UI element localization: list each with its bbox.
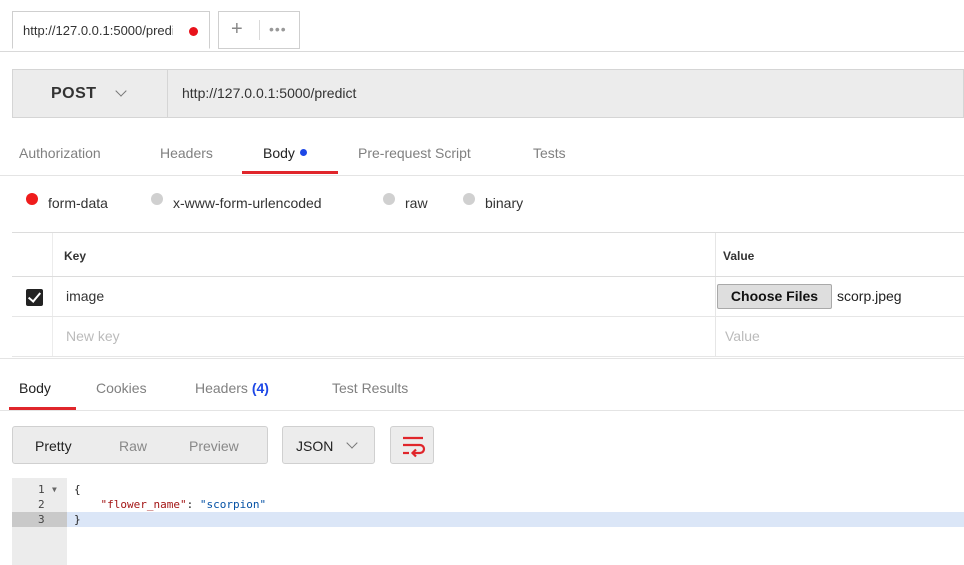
- form-data-table: Key Value image Choose Files scorp.jpeg …: [12, 232, 964, 357]
- method-select[interactable]: POST: [13, 70, 168, 117]
- radio-form-data-label: form-data: [48, 195, 108, 211]
- tab-pre-request-script[interactable]: Pre-request Script: [358, 145, 471, 161]
- request-tabs: Authorization Headers Body Pre-request S…: [0, 130, 964, 176]
- chevron-down-icon: [346, 437, 358, 449]
- pretty-button[interactable]: Pretty: [35, 438, 72, 454]
- code-text: {: [74, 482, 81, 497]
- code-text: "flower_name": "scorpion": [74, 497, 267, 512]
- checkbox-checked-icon[interactable]: [26, 289, 43, 306]
- open-brace: {: [74, 483, 81, 496]
- unsaved-dot-icon: [189, 27, 198, 36]
- selected-file-name: scorp.jpeg: [837, 288, 902, 304]
- json-colon: :: [186, 498, 200, 511]
- request-tab-label: http://127.0.0.1:5000/predict: [23, 23, 173, 38]
- close-brace: }: [74, 513, 81, 526]
- response-tab-body[interactable]: Body: [19, 380, 51, 396]
- radio-binary-label: binary: [485, 195, 524, 211]
- line-number: 2: [38, 498, 45, 511]
- tab-body-label: Body: [263, 145, 295, 161]
- response-tab-headers-label: Headers: [195, 380, 248, 396]
- body-type-radios: form-data x-www-form-urlencoded raw bina…: [0, 176, 964, 232]
- view-mode-group: Pretty Raw Preview: [12, 426, 268, 464]
- json-value: "scorpion": [199, 498, 267, 511]
- more-options-button[interactable]: •••: [269, 21, 287, 37]
- tab-strip: http://127.0.0.1:5000/predict + •••: [0, 0, 964, 52]
- table-header: Key Value: [12, 233, 964, 277]
- code-line: 3 }: [12, 512, 964, 527]
- new-value-input[interactable]: Value: [725, 328, 760, 344]
- radio-raw[interactable]: [383, 193, 395, 205]
- tab-tests[interactable]: Tests: [533, 145, 566, 161]
- preview-button[interactable]: Preview: [189, 438, 239, 454]
- line-number: 1: [38, 483, 45, 496]
- response-tab-cookies[interactable]: Cookies: [96, 380, 147, 396]
- response-tab-test-results[interactable]: Test Results: [332, 380, 408, 396]
- tab-actions-divider: [259, 20, 260, 40]
- radio-urlencoded[interactable]: [151, 193, 163, 205]
- table-row: image Choose Files scorp.jpeg: [12, 277, 964, 317]
- chevron-down-icon: [115, 85, 127, 97]
- radio-binary[interactable]: [463, 193, 475, 205]
- radio-form-data[interactable]: [26, 193, 38, 205]
- new-key-input[interactable]: New key: [66, 328, 120, 344]
- code-text: }: [74, 512, 81, 527]
- radio-raw-label: raw: [405, 195, 428, 211]
- raw-button[interactable]: Raw: [119, 438, 147, 454]
- body-indicator-dot-icon: [299, 149, 307, 156]
- url-input[interactable]: http://127.0.0.1:5000/predict: [182, 85, 356, 101]
- value-header: Value: [723, 249, 755, 263]
- row-key[interactable]: image: [66, 288, 104, 304]
- key-header: Key: [64, 249, 87, 263]
- response-editor[interactable]: 1 ▼ { 2 "flower_name": "scorpion" 3 }: [12, 478, 964, 565]
- radio-urlencoded-label: x-www-form-urlencoded: [173, 195, 322, 211]
- json-key: "flower_name": [100, 498, 187, 511]
- headers-count-badge: (4): [251, 380, 269, 396]
- response-tabs: Body Cookies Headers (4) Test Results: [0, 358, 964, 411]
- tab-body[interactable]: Body: [263, 145, 307, 161]
- tab-headers[interactable]: Headers: [160, 145, 213, 161]
- choose-files-button[interactable]: Choose Files: [717, 284, 832, 309]
- new-row: New key Value: [12, 317, 964, 357]
- new-tab-button[interactable]: +: [231, 18, 243, 40]
- url-bar: POST http://127.0.0.1:5000/predict: [12, 69, 964, 118]
- wrap-lines-button[interactable]: [390, 426, 434, 464]
- line-number: 3: [12, 512, 67, 527]
- wrap-lines-icon: [403, 436, 426, 458]
- code-line: 2 "flower_name": "scorpion": [12, 497, 964, 512]
- code-line: 1 ▼ {: [12, 482, 964, 497]
- tab-authorization[interactable]: Authorization: [19, 145, 101, 161]
- response-active-underline: [9, 407, 76, 410]
- request-tab[interactable]: http://127.0.0.1:5000/predict: [12, 11, 210, 49]
- fold-arrow-icon[interactable]: ▼: [52, 482, 57, 497]
- method-label: POST: [51, 85, 97, 102]
- format-select[interactable]: JSON: [282, 426, 375, 464]
- tab-actions: + •••: [218, 11, 300, 49]
- format-label: JSON: [296, 438, 334, 454]
- active-tab-underline: [242, 171, 338, 174]
- response-toolbar: Pretty Raw Preview JSON: [12, 426, 964, 466]
- response-tab-headers[interactable]: Headers (4): [195, 380, 269, 396]
